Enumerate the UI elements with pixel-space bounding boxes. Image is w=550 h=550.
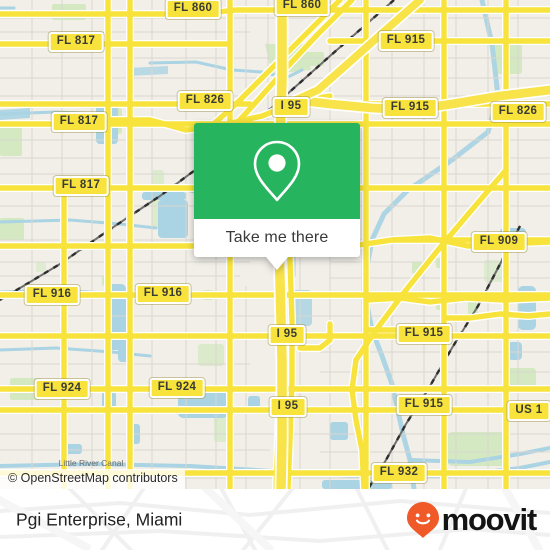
- road-shield: FL 932: [371, 463, 427, 483]
- road-shield: FL 826: [177, 91, 233, 111]
- osm-attribution[interactable]: © OpenStreetMap contributors: [0, 469, 185, 489]
- map-pin-icon: [253, 140, 301, 202]
- road-shield: FL 817: [48, 32, 104, 52]
- map-place-label: Little River Canal: [58, 458, 124, 468]
- road-shield: FL 860: [165, 0, 221, 19]
- road-shield: FL 916: [135, 284, 191, 304]
- road-shield: FL 915: [396, 324, 452, 344]
- road-shield: FL 817: [51, 112, 107, 132]
- moovit-smiling-pin-icon: [406, 501, 439, 538]
- popup-tail: [266, 257, 288, 270]
- road-shield: FL 909: [471, 232, 527, 252]
- road-shield: I 95: [269, 397, 307, 417]
- moovit-brand-logo[interactable]: moovit: [406, 501, 538, 539]
- road-shield: FL 915: [382, 98, 438, 118]
- page-title: Pgi Enterprise, Miami: [16, 509, 183, 529]
- road-shield: I 95: [272, 97, 310, 117]
- road-shield: FL 915: [378, 31, 434, 51]
- road-shield: FL 916: [24, 285, 80, 305]
- road-shield: FL 826: [490, 102, 546, 122]
- moovit-wordmark: moovit: [441, 502, 538, 537]
- location-popup-card[interactable]: Take me there: [194, 123, 360, 270]
- map-canvas[interactable]: Take me there FL 860 FL 860 FL 817 FL 915 FL…: [0, 0, 550, 489]
- footer-bar: Pgi Enterprise, Miami moovit: [0, 489, 550, 550]
- popup-footer[interactable]: Take me there: [194, 219, 360, 270]
- road-shield: I 95: [268, 325, 306, 345]
- road-shield: FL 817: [53, 176, 109, 196]
- moovit-map-screenshot: Take me there FL 860 FL 860 FL 817 FL 915 FL…: [0, 0, 550, 550]
- road-shield: FL 924: [34, 379, 90, 399]
- popup-header: [194, 123, 360, 219]
- road-shield: FL 915: [396, 395, 452, 415]
- road-shield: FL 860: [274, 0, 330, 16]
- take-me-there-label: Take me there: [225, 229, 329, 246]
- road-shield: US 1: [507, 401, 550, 421]
- road-shield: FL 924: [149, 378, 205, 398]
